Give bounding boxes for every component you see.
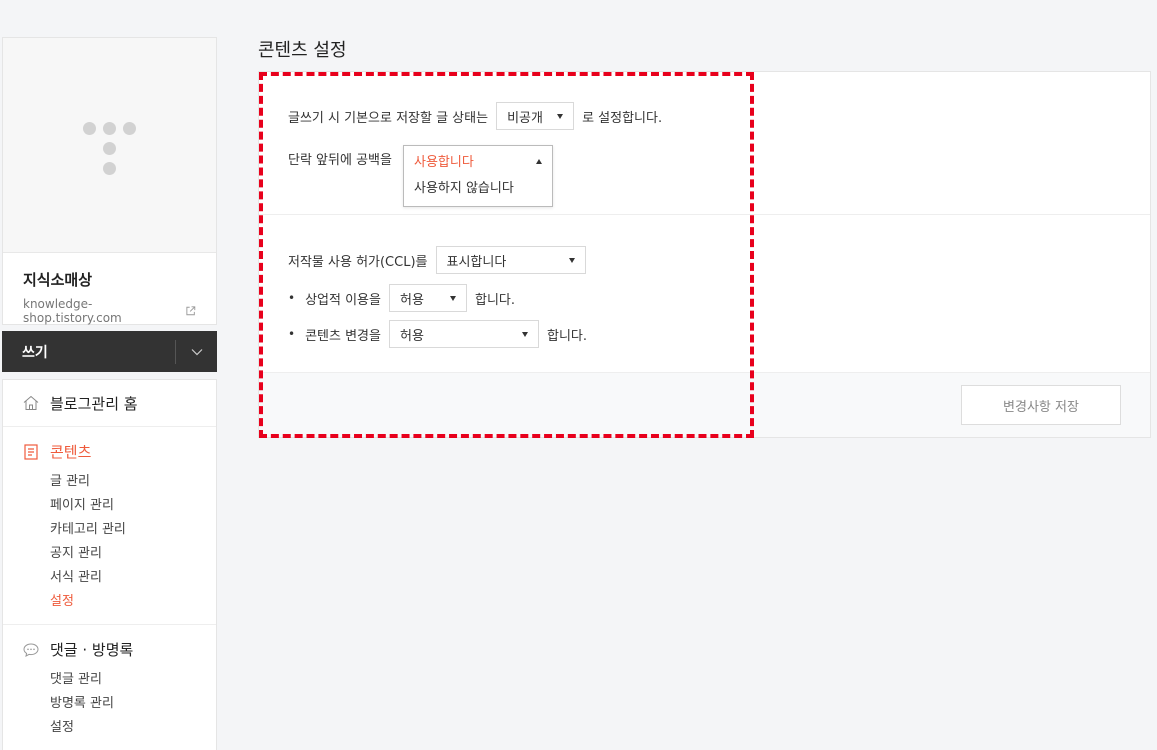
blog-url-link[interactable]: knowledge-shop.tistory.com — [23, 297, 196, 325]
tistory-logo-icon — [83, 122, 139, 178]
ccl-label: 저작물 사용 허가(CCL)를 — [288, 254, 428, 270]
sidebar-item-label: 댓글 · 방명록 — [50, 641, 134, 659]
save-changes-button[interactable]: 변경사항 저장 — [961, 385, 1121, 425]
external-link-icon — [186, 306, 196, 316]
sidebar: 지식소매상 knowledge-shop.tistory.com 쓰기 블로그관… — [2, 37, 217, 750]
default-status-select[interactable]: 비공개 — [496, 102, 575, 130]
writing-settings-section: 글쓰기 시 기본으로 저장할 글 상태는 비공개 로 설정합니다. 단락 앞뒤에… — [259, 72, 1150, 215]
bullet: • — [288, 327, 296, 341]
commercial-use-suffix: 합니다. — [474, 292, 515, 308]
sidebar-subitem-content-settings[interactable]: 설정 — [3, 590, 216, 614]
sidebar-item-content[interactable]: 콘텐츠 — [3, 441, 216, 462]
caret-down-icon — [449, 296, 456, 301]
commercial-use-label: 상업적 이용을 — [305, 292, 381, 308]
write-menu-toggle[interactable] — [175, 339, 217, 364]
sidebar-subitem-templates[interactable]: 서식 관리 — [3, 566, 216, 590]
select-value: 허용 — [399, 328, 424, 344]
sidebar-subitem-guestbook[interactable]: 방명록 관리 — [3, 692, 216, 716]
sidebar-item-comments[interactable]: 댓글 · 방명록 — [3, 639, 216, 660]
default-status-prefix: 글쓰기 시 기본으로 저장할 글 상태는 — [288, 110, 489, 126]
sidebar-subitem-comments[interactable]: 댓글 관리 — [3, 668, 216, 692]
dropdown-option-not-use[interactable]: 사용하지 않습니다 — [404, 176, 552, 202]
sidebar-item-home[interactable]: 블로그관리 홈 — [3, 380, 216, 427]
caret-down-icon — [568, 258, 575, 263]
default-status-suffix: 로 설정합니다. — [582, 110, 663, 126]
home-icon — [23, 395, 39, 410]
ccl-row: 저작물 사용 허가(CCL)를 표시합니다 — [288, 246, 594, 274]
caret-down-icon — [557, 114, 564, 119]
sidebar-subitem-categories[interactable]: 카테고리 관리 — [3, 518, 216, 542]
sidebar-item-label: 블로그관리 홈 — [50, 394, 138, 413]
caret-down-icon — [521, 332, 528, 337]
select-value: 비공개 — [507, 110, 543, 126]
caret-up-icon — [536, 159, 542, 164]
ccl-settings-section: 저작물 사용 허가(CCL)를 표시합니다 • 상업적 이용을 허용 합니다. … — [259, 215, 1150, 373]
write-label: 쓰기 — [22, 344, 48, 361]
profile-card: 지식소매상 knowledge-shop.tistory.com — [2, 37, 217, 325]
settings-panel: 글쓰기 시 기본으로 저장할 글 상태는 비공개 로 설정합니다. 단락 앞뒤에… — [258, 71, 1151, 438]
document-icon — [24, 443, 38, 460]
admin-menu: 블로그관리 홈 콘텐츠 글 관리 페이지 관리 카테고리 관리 공지 관리 서식… — [2, 379, 217, 750]
bullet: • — [288, 291, 296, 305]
chevron-down-icon — [191, 348, 202, 355]
paragraph-spacing-label: 단락 앞뒤에 공백을 — [288, 153, 392, 168]
comments-section: 댓글 · 방명록 댓글 관리 방명록 관리 설정 — [3, 625, 216, 750]
sidebar-item-label: 콘텐츠 — [50, 443, 92, 461]
commercial-use-select[interactable]: 허용 — [388, 284, 467, 312]
paragraph-spacing-row: 단락 앞뒤에 공백을 — [288, 149, 392, 168]
page-title: 콘텐츠 설정 — [258, 40, 347, 61]
blog-name[interactable]: 지식소매상 — [23, 269, 196, 290]
sidebar-subitem-pages[interactable]: 페이지 관리 — [3, 494, 216, 518]
content-modify-suffix: 합니다. — [546, 328, 587, 344]
default-status-row: 글쓰기 시 기본으로 저장할 글 상태는 비공개 로 설정합니다. — [288, 102, 662, 130]
content-modify-row: • 콘텐츠 변경을 허용 합니다. — [288, 320, 587, 348]
sidebar-subitem-comment-settings[interactable]: 설정 — [3, 716, 216, 740]
sidebar-subitem-notices[interactable]: 공지 관리 — [3, 542, 216, 566]
content-modify-label: 콘텐츠 변경을 — [305, 328, 381, 344]
blog-url: knowledge-shop.tistory.com — [23, 297, 122, 325]
commercial-use-row: • 상업적 이용을 허용 합니다. — [288, 284, 515, 312]
content-modify-select[interactable]: 허용 — [388, 320, 539, 348]
select-value: 허용 — [399, 292, 424, 308]
blog-thumbnail[interactable] — [3, 38, 216, 253]
dropdown-option-use[interactable]: 사용합니다 — [404, 150, 552, 176]
write-button[interactable]: 쓰기 — [2, 331, 217, 372]
sidebar-subitem-posts[interactable]: 글 관리 — [3, 470, 216, 494]
content-section: 콘텐츠 글 관리 페이지 관리 카테고리 관리 공지 관리 서식 관리 설정 — [3, 427, 216, 625]
speech-bubble-icon — [23, 642, 39, 657]
panel-footer: 변경사항 저장 — [259, 373, 1150, 437]
select-value: 표시합니다 — [446, 254, 507, 270]
ccl-select[interactable]: 표시합니다 — [435, 246, 586, 274]
paragraph-spacing-dropdown[interactable]: 사용합니다 사용하지 않습니다 — [403, 145, 553, 207]
